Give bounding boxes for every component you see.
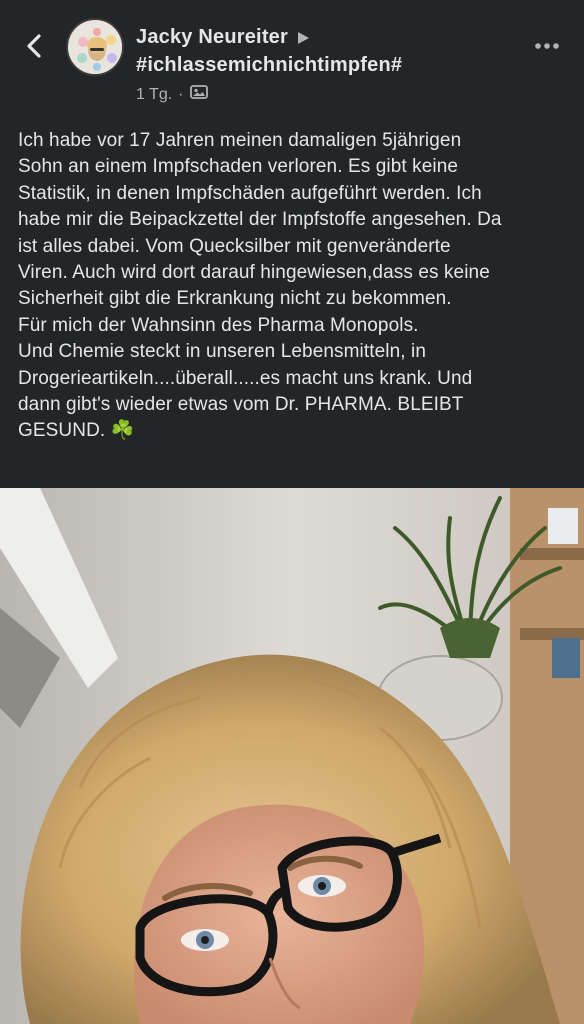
- avatar-image: [68, 20, 122, 74]
- more-options-button[interactable]: [532, 36, 562, 56]
- post-photo[interactable]: [0, 488, 584, 1024]
- author-row: Jacky Neureiter: [136, 26, 310, 49]
- meta-separator: ·: [178, 85, 184, 103]
- photo-audience-icon: [189, 84, 208, 105]
- post-body-text: Ich habe vor 17 Jahren meinen damaligen …: [18, 130, 502, 442]
- post-screen: Jacky Neureiter #ichlassemichnichtimpfen…: [0, 0, 584, 1024]
- selfie-photo: [0, 488, 584, 1024]
- post-meta: 1 Tg. ·: [136, 84, 208, 105]
- group-name[interactable]: #ichlassemichnichtimpfen#: [136, 54, 402, 77]
- avatar[interactable]: [66, 18, 124, 76]
- play-arrow-icon: [296, 31, 310, 45]
- post-timestamp[interactable]: 1 Tg.: [136, 86, 172, 104]
- author-name[interactable]: Jacky Neureiter: [136, 26, 288, 49]
- back-button[interactable]: [18, 30, 50, 62]
- chevron-left-icon: [27, 34, 41, 58]
- post-header: Jacky Neureiter #ichlassemichnichtimpfen…: [0, 0, 584, 118]
- more-options-icon: [535, 43, 559, 49]
